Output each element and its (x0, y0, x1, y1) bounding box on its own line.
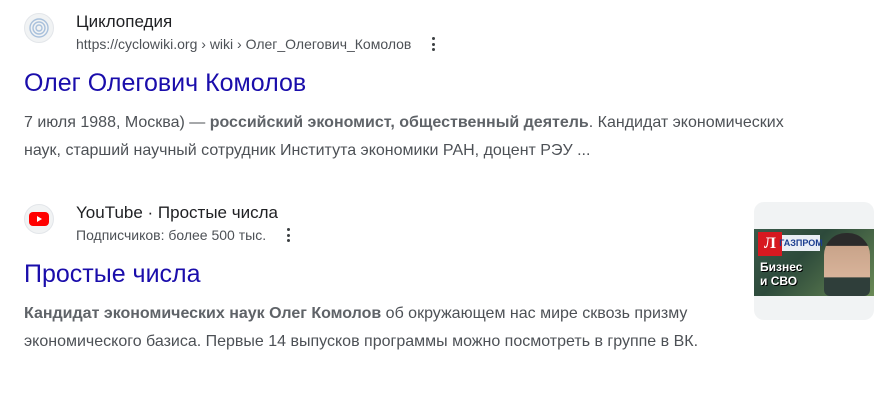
snippet-highlight: Кандидат экономических наук Олег Комолов (24, 305, 382, 322)
result-source[interactable]: YouTube · Простые числа Подписчиков: бол… (24, 203, 744, 244)
more-options-icon[interactable] (423, 36, 443, 52)
result-title-link[interactable]: Олег Олегович Комолов (24, 67, 824, 99)
person-portrait (824, 233, 870, 296)
result-snippet: Кандидат экономических наук Олег Комолов… (24, 300, 744, 356)
site-url: https://cyclowiki.org › wiki › Олег_Олег… (76, 36, 412, 52)
more-options-icon[interactable] (278, 227, 298, 243)
video-thumbnail[interactable]: Л ГАЗПРОМ Бизнес и СВО (754, 202, 874, 320)
site-name: YouTube · Простые числа (76, 203, 278, 222)
subscriber-count: Подписчиков: более 500 тыс. (76, 227, 267, 243)
thumbnail-caption: Бизнес и СВО (760, 260, 802, 288)
result-snippet: 7 июля 1988, Москва) — российский эконом… (24, 109, 824, 165)
youtube-icon (24, 204, 54, 234)
thumbnail-image: Л ГАЗПРОМ Бизнес и СВО (754, 229, 874, 296)
gazprom-logo: ГАЗПРОМ (779, 235, 823, 251)
search-result-cyclowiki: Циклопедия https://cyclowiki.org › wiki … (24, 12, 824, 165)
site-name: Циклопедия (76, 12, 173, 31)
snippet-highlight: российский экономист, общественный деяте… (209, 114, 589, 131)
result-source[interactable]: Циклопедия https://cyclowiki.org › wiki … (24, 12, 824, 53)
snippet-text: 7 июля 1988, Москва) — (24, 114, 210, 131)
cyclowiki-icon (24, 13, 54, 43)
search-result-youtube: YouTube · Простые числа Подписчиков: бол… (24, 203, 744, 356)
thumbnail-caption-line: Бизнес (760, 260, 803, 274)
thumbnail-caption-line: и СВО (760, 274, 798, 288)
result-title-link[interactable]: Простые числа (24, 258, 744, 290)
